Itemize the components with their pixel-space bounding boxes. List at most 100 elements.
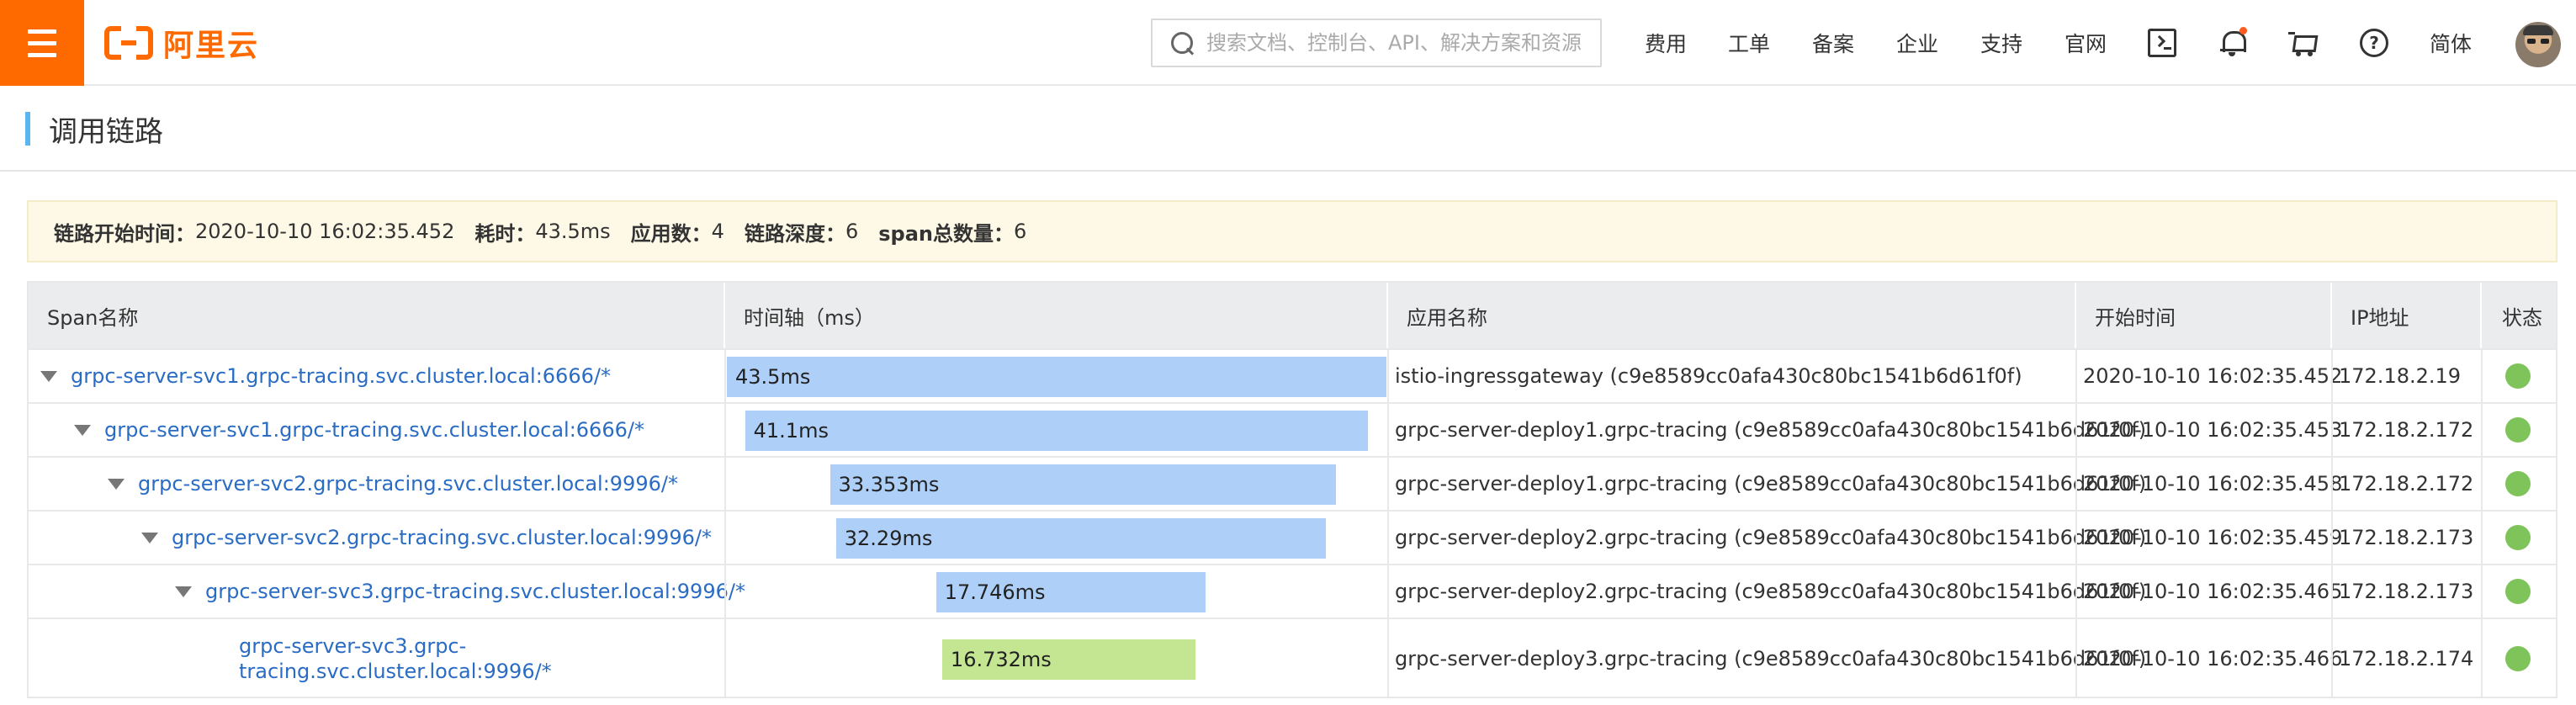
column-divider [724,348,726,698]
column-divider [2481,348,2483,698]
status-ok-icon [2505,525,2531,550]
collapse-triangle-icon[interactable] [40,370,57,382]
timeline-bar[interactable]: 33.353ms [830,464,1336,505]
span-name-link[interactable]: grpc-server-svc1.grpc-tracing.svc.cluste… [71,364,611,388]
span-name-cell: grpc-server-svc3.grpc-tracing.svc.cluste… [175,565,745,618]
nav-fees[interactable]: 费用 [1645,0,1687,86]
start-time-label: 链路开始时间： [54,221,195,246]
nav-enterprise[interactable]: 企业 [1896,0,1938,86]
timeline-bar[interactable]: 43.5ms [727,357,1386,397]
column-divider [1387,348,1389,698]
notification-dot [2239,27,2247,34]
timeline-bar[interactable]: 16.732ms [941,639,1196,680]
aliyun-logo[interactable]: 阿里云 [104,24,260,63]
nav-tickets[interactable]: 工单 [1728,0,1770,86]
ip-cell: 172.18.2.174 [2339,647,2474,671]
span-name-link[interactable]: grpc-server-svc3.grpc-tracing.svc.cluste… [205,580,745,603]
start-time-cell: 2020-10-10 16:02:35.452 [2083,364,2343,388]
column-header-app-name: 应用名称 [1388,283,2076,348]
status-cell [2505,458,2531,510]
span-name-link[interactable]: grpc-server-svc2.grpc-tracing.svc.cluste… [172,526,712,549]
span-count-value: 6 [1013,220,1027,243]
status-cell [2505,619,2531,698]
start-time-cell: 2020-10-10 16:02:35.453 [2083,418,2343,442]
table-header: Span名称 时间轴（ms） 应用名称 开始时间 IP地址 状态 [29,283,2556,348]
start-time-cell: 2020-10-10 16:02:35.458 [2083,472,2343,496]
app-count-label: 应用数： [630,221,712,246]
search-input[interactable] [1206,31,1593,55]
start-time-cell: 2020-10-10 16:02:35.465 [2083,580,2343,603]
cart-icon[interactable] [2288,29,2317,57]
collapse-triangle-icon[interactable] [74,424,91,436]
timeline-bar[interactable]: 32.29ms [835,518,1326,559]
span-name-cell: grpc-server-svc1.grpc-tracing.svc.cluste… [74,404,722,456]
app-name-cell: grpc-server-deploy1.grpc-tracing (c9e858… [1395,418,2147,442]
table-row[interactable]: grpc-server-svc3.grpc-tracing.svc.cluste… [29,618,2556,698]
table-row[interactable]: grpc-server-svc1.grpc-tracing.svc.cluste… [29,402,2556,456]
timeline-duration-label: 17.746ms [944,580,1046,604]
trace-summary: 链路开始时间： 2020-10-10 16:02:35.452 耗时： 43.5… [27,200,2557,262]
span-name-link[interactable]: grpc-server-svc1.grpc-tracing.svc.cluste… [104,418,644,442]
terminal-icon[interactable] [2148,29,2176,57]
app-name-cell: grpc-server-deploy2.grpc-tracing (c9e858… [1395,580,2147,603]
status-ok-icon [2505,363,2531,389]
ip-cell: 172.18.2.173 [2339,580,2474,603]
app-name-cell: grpc-server-deploy3.grpc-tracing (c9e858… [1395,647,2147,671]
timeline-bar[interactable]: 17.746ms [936,572,1206,612]
app-name-cell: grpc-server-deploy1.grpc-tracing (c9e858… [1395,472,2147,496]
column-divider [2331,348,2333,698]
timeline-duration-label: 16.732ms [950,648,1052,671]
timeline-bar[interactable]: 41.1ms [745,411,1369,451]
column-header-ip: IP地址 [2332,283,2482,348]
table-row[interactable]: grpc-server-svc1.grpc-tracing.svc.cluste… [29,348,2556,402]
language-switch[interactable]: 简体 [2430,0,2472,86]
avatar[interactable] [2515,22,2561,67]
span-name-cell: grpc-server-svc2.grpc-tracing.svc.cluste… [108,458,722,510]
collapse-triangle-icon[interactable] [141,532,158,543]
span-name-link[interactable]: grpc-server-svc2.grpc-tracing.svc.cluste… [138,472,678,496]
timeline-duration-label: 32.29ms [844,527,933,550]
aliyun-logo-icon [104,26,153,60]
column-header-timeline: 时间轴（ms） [725,283,1388,348]
ip-cell: 172.18.2.172 [2339,418,2474,442]
column-header-start-time: 开始时间 [2076,283,2332,348]
table-row[interactable]: grpc-server-svc2.grpc-tracing.svc.cluste… [29,456,2556,510]
search-box[interactable] [1151,19,1602,67]
ip-cell: 172.18.2.173 [2339,526,2474,549]
top-navigation-bar: 阿里云 费用 工单 备案 企业 支持 官网 ? 简体 [0,0,2576,86]
column-header-status: 状态 [2502,305,2542,330]
table-row[interactable]: grpc-server-svc2.grpc-tracing.svc.cluste… [29,510,2556,564]
bell-icon[interactable] [2218,27,2247,57]
title-divider [0,170,2576,172]
help-icon[interactable]: ? [2360,29,2388,57]
collapse-triangle-icon[interactable] [175,586,192,597]
collapse-triangle-icon[interactable] [108,478,125,490]
status-ok-icon [2505,579,2531,604]
trace-depth-value: 6 [845,220,859,243]
status-ok-icon [2505,471,2531,496]
page-title: 调用链路 [25,109,163,149]
timeline-duration-label: 43.5ms [735,365,811,389]
start-time-cell: 2020-10-10 16:02:35.459 [2083,526,2343,549]
nav-official-site[interactable]: 官网 [2065,0,2107,86]
title-accent-bar [25,112,30,146]
nav-filing[interactable]: 备案 [1812,0,1854,86]
table-row[interactable]: grpc-server-svc3.grpc-tracing.svc.cluste… [29,564,2556,618]
trace-table: Span名称 时间轴（ms） 应用名称 开始时间 IP地址 状态 grpc-se… [27,281,2557,698]
timeline-duration-label: 33.353ms [838,473,940,496]
status-ok-icon [2505,417,2531,443]
span-count-label: span总数量： [878,221,1014,246]
logo-text: 阿里云 [163,29,260,63]
menu-icon[interactable] [0,0,84,86]
status-ok-icon [2505,646,2531,671]
status-cell [2505,565,2531,618]
column-header-span-name: Span名称 [29,283,725,348]
search-icon [1169,30,1195,56]
start-time-cell: 2020-10-10 16:02:35.466 [2083,647,2343,671]
nav-support[interactable]: 支持 [1980,0,2022,86]
page-title-text: 调用链路 [49,114,163,149]
status-cell [2505,512,2531,564]
span-name-cell: grpc-server-svc1.grpc-tracing.svc.cluste… [40,350,722,402]
span-name-link[interactable]: grpc-server-svc3.grpc-tracing.svc.cluste… [239,633,718,684]
span-name-cell: grpc-server-svc3.grpc-tracing.svc.cluste… [209,619,722,698]
